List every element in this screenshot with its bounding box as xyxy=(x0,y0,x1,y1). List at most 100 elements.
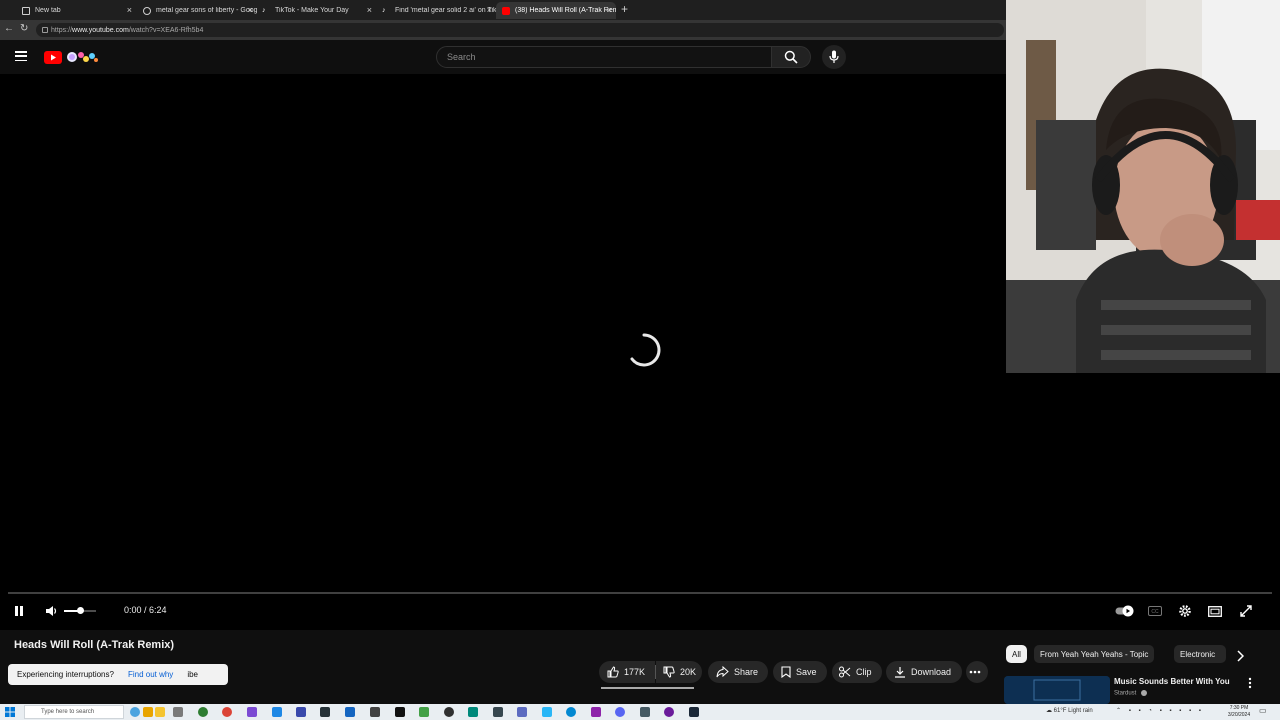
download-label: Download xyxy=(911,667,952,677)
app-icon[interactable] xyxy=(173,707,183,717)
close-tab-icon[interactable]: × xyxy=(248,5,253,15)
gear-icon xyxy=(1179,605,1191,617)
taskbar-clock[interactable]: 7:30 PM 3/20/2024 xyxy=(1222,705,1256,719)
chip-from-channel[interactable]: From Yeah Yeah Yeahs - Topic xyxy=(1034,645,1155,663)
clip-button[interactable]: Clip xyxy=(832,661,882,683)
app-icon[interactable] xyxy=(591,707,601,717)
more-vertical-icon[interactable] xyxy=(1248,677,1252,689)
tab-tiktok-search[interactable]: ♪ Find 'metal gear solid 2 ai' on TikTok… xyxy=(376,2,496,19)
close-tab-icon[interactable]: × xyxy=(367,5,372,15)
app-icon[interactable] xyxy=(566,707,576,717)
app-icon[interactable] xyxy=(444,707,454,717)
settings-button[interactable] xyxy=(1176,602,1194,620)
microphone-icon xyxy=(829,50,839,63)
search-input[interactable]: Search xyxy=(436,46,772,68)
chevron-right-icon[interactable] xyxy=(1236,650,1244,662)
weather-text: 61°F Light rain xyxy=(1053,708,1093,714)
volume-slider[interactable] xyxy=(64,607,96,614)
discord-icon[interactable] xyxy=(615,707,625,717)
verified-icon xyxy=(1141,690,1148,696)
share-button[interactable]: Share xyxy=(708,661,768,683)
app-icon[interactable] xyxy=(517,707,527,717)
address-bar[interactable]: https://www.youtube.com/watch?v=XEA6-Rfh… xyxy=(36,23,1004,37)
download-icon xyxy=(895,667,905,678)
time-separator: / xyxy=(141,605,150,615)
new-tab-button[interactable]: + xyxy=(621,2,628,16)
dislike-count: 20K xyxy=(680,667,697,677)
save-button[interactable]: Save xyxy=(773,661,827,683)
tab-youtube-active[interactable]: (38) Heads Will Roll (A-Trak Remix) × xyxy=(496,2,616,19)
sticky-app-icon[interactable] xyxy=(155,707,165,717)
app-icon[interactable] xyxy=(345,707,355,717)
app-icon[interactable] xyxy=(198,707,208,717)
close-tab-icon[interactable]: × xyxy=(127,5,132,15)
app-icon[interactable] xyxy=(664,707,674,717)
bookmark-icon xyxy=(781,666,791,678)
app-icon[interactable] xyxy=(419,707,429,717)
reload-icon[interactable]: ↻ xyxy=(20,23,28,34)
taskbar-search-input[interactable]: Type here to search xyxy=(24,705,124,719)
dislike-button[interactable]: 20K xyxy=(656,661,702,683)
windows-taskbar: Type here to search ☁ 61°F Light rain ⌃ … xyxy=(0,704,1280,720)
taskbar-search-placeholder: Type here to search xyxy=(41,709,95,715)
captions-button[interactable]: CC xyxy=(1146,604,1164,618)
youtube-masthead: Search xyxy=(0,40,1006,74)
tab-title: Find 'metal gear solid 2 ai' on TikTok xyxy=(395,7,496,14)
tab-google-search[interactable]: metal gear sons of liberty - Googl × xyxy=(137,2,257,19)
mute-button[interactable] xyxy=(42,603,60,619)
weather-widget[interactable]: ☁ 61°F Light rain xyxy=(1046,707,1093,714)
search-placeholder: Search xyxy=(447,52,476,62)
app-icon[interactable] xyxy=(370,707,380,717)
close-tab-icon[interactable]: × xyxy=(607,5,612,15)
chip-electronic[interactable]: Electronic xyxy=(1174,645,1226,663)
app-icon[interactable] xyxy=(395,707,405,717)
chip-all[interactable]: All xyxy=(1006,645,1027,663)
search-button[interactable] xyxy=(771,46,811,68)
app-icon[interactable] xyxy=(640,707,650,717)
hamburger-icon[interactable] xyxy=(15,51,27,61)
file-explorer-icon[interactable] xyxy=(143,707,153,717)
video-title: Heads Will Roll (A-Trak Remix) xyxy=(14,639,175,651)
url-prefix: https:// xyxy=(51,26,73,34)
progress-bar[interactable] xyxy=(8,592,1272,594)
clock-time: 7:30 PM xyxy=(1229,705,1249,711)
recommendation-thumbnail[interactable] xyxy=(1004,676,1110,704)
youtube-logo[interactable] xyxy=(44,50,100,64)
steam-icon[interactable] xyxy=(689,707,699,717)
windows-start-icon[interactable] xyxy=(5,707,15,717)
more-actions-button[interactable] xyxy=(966,661,988,683)
notification-icon[interactable]: ▭ xyxy=(1259,706,1267,715)
chrome-icon[interactable] xyxy=(222,707,232,717)
notice-question: Experiencing interruptions? xyxy=(17,670,114,679)
miniplayer-icon xyxy=(1208,605,1222,617)
tab-tiktok[interactable]: ♪ TikTok - Make Your Day × xyxy=(256,2,376,19)
time-current: 0:00 xyxy=(124,605,142,615)
thumbnail-image xyxy=(1004,676,1110,704)
like-count: 177K xyxy=(624,667,646,677)
pause-button[interactable] xyxy=(10,603,28,619)
download-button[interactable]: Download xyxy=(886,661,962,683)
webcam-overlay xyxy=(1006,0,1280,373)
voice-search-button[interactable] xyxy=(822,45,846,69)
app-icon[interactable] xyxy=(542,707,552,717)
app-icon[interactable] xyxy=(296,707,306,717)
share-label: Share xyxy=(734,667,759,677)
find-out-why-link[interactable]: Find out why xyxy=(128,670,173,679)
app-icon[interactable] xyxy=(272,707,282,717)
close-tab-icon[interactable]: × xyxy=(487,5,492,15)
app-icon[interactable] xyxy=(320,707,330,717)
back-arrow-icon[interactable]: ← xyxy=(4,23,14,34)
like-button[interactable]: 177K xyxy=(599,661,655,683)
tab-new-tab[interactable]: New tab × xyxy=(16,2,136,19)
system-tray-icons[interactable]: ⌃ ▪ ▪ ◔ ▪ ▪ ▪ ▪ ▪ xyxy=(1116,707,1204,714)
app-icon[interactable] xyxy=(493,707,503,717)
fullscreen-button[interactable] xyxy=(1237,603,1255,619)
app-icon[interactable] xyxy=(247,707,257,717)
tab-title: New tab xyxy=(35,7,61,14)
miniplayer-button[interactable] xyxy=(1206,603,1224,619)
edge-icon[interactable] xyxy=(130,707,140,717)
autoplay-toggle[interactable] xyxy=(1115,604,1135,618)
app-icon[interactable] xyxy=(468,707,478,717)
volume-knob[interactable] xyxy=(77,607,84,614)
recommendation-title[interactable]: Music Sounds Better With You xyxy=(1114,677,1230,686)
